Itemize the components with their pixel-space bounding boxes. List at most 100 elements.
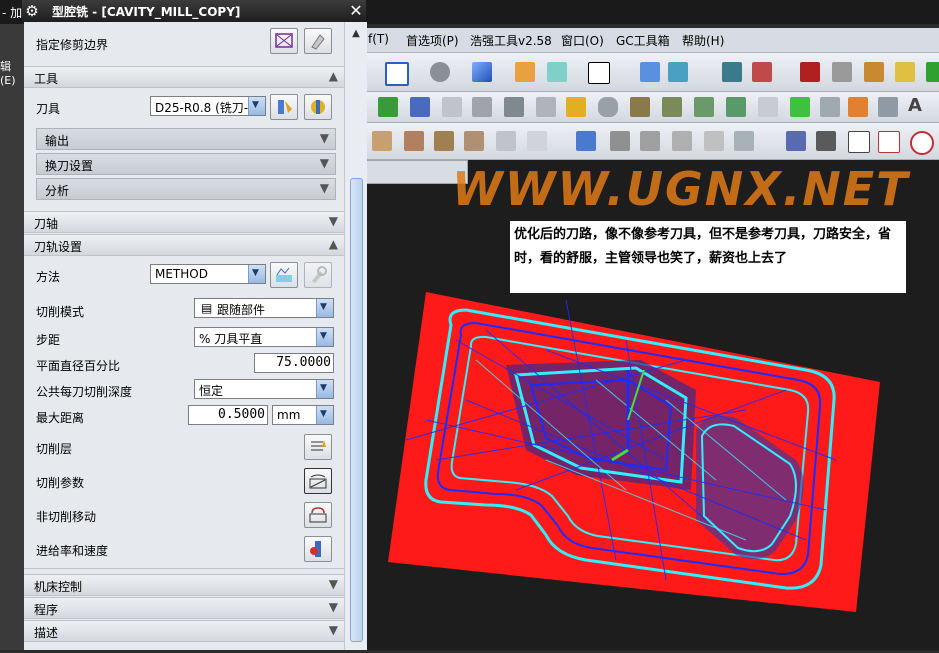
toolbar-icon-t[interactable] — [672, 131, 692, 151]
dialog-scrollbar[interactable]: ▲ — [344, 22, 367, 650]
path-settings-section-header[interactable]: 刀轨设置 ▲ — [24, 234, 344, 256]
axis-section-header[interactable]: 刀轴 ▼ — [24, 211, 344, 233]
toolbar-icon-a[interactable] — [442, 97, 462, 117]
text-icon[interactable]: A — [908, 95, 922, 116]
toolbar-icon-x[interactable] — [816, 131, 836, 151]
run-icon[interactable] — [926, 62, 939, 82]
toolbar-icon-w[interactable] — [786, 131, 806, 151]
target-icon[interactable] — [910, 131, 934, 155]
common-depth-select[interactable]: 恒定 — [194, 379, 334, 399]
menu-tools[interactable]: f(T) — [368, 32, 389, 46]
chevron-down-icon[interactable]: ▼ — [320, 131, 329, 145]
trim-boundary-button[interactable] — [270, 28, 298, 54]
section-icon[interactable] — [515, 62, 535, 82]
chevron-down-icon[interactable]: ▼ — [320, 156, 329, 170]
chevron-down-icon[interactable] — [316, 380, 333, 398]
chevron-down-icon[interactable] — [248, 97, 265, 115]
chevron-down-icon[interactable] — [316, 328, 333, 346]
chevron-down-icon[interactable]: ▼ — [329, 577, 338, 591]
tool-change-subsection[interactable]: 换刀设置 ▼ — [36, 153, 336, 175]
toolbar-icon-h[interactable] — [726, 97, 746, 117]
max-distance-input[interactable]: 0.5000 — [188, 405, 268, 425]
program-section-header[interactable]: 程序 ▼ — [24, 597, 344, 619]
magic-icon[interactable] — [895, 62, 915, 82]
menu-gc-toolbox[interactable]: GC工具箱 — [616, 32, 670, 49]
tool-select[interactable]: D25-R0.8 (铣刀-5 — [150, 96, 266, 116]
toolbar-icon-q[interactable] — [576, 131, 596, 151]
cut-pattern-select[interactable]: ▤ 跟随部件 — [194, 298, 334, 318]
chevron-down-icon[interactable] — [316, 406, 333, 424]
toolbar-icon-d[interactable] — [536, 97, 556, 117]
toolbar-icon-s[interactable] — [640, 131, 660, 151]
menu-window[interactable]: 窗口(O) — [561, 32, 604, 49]
non-cut-tb-icon[interactable] — [878, 131, 900, 153]
mirror-icon[interactable] — [668, 62, 688, 82]
folder-icon[interactable] — [372, 131, 392, 151]
method-wrench-button[interactable] — [304, 262, 332, 288]
scroll-up-icon[interactable]: ▲ — [349, 28, 363, 42]
toolbar-icon-l[interactable] — [878, 97, 898, 117]
chevron-down-icon[interactable]: ▼ — [329, 600, 338, 614]
flashlight-button[interactable] — [304, 28, 332, 54]
edit-method-button[interactable] — [270, 262, 298, 288]
color-box-icon[interactable] — [588, 62, 610, 84]
toolbar-icon-g[interactable] — [694, 97, 714, 117]
chevron-down-icon[interactable]: ▼ — [320, 181, 329, 195]
coins-icon[interactable] — [566, 97, 586, 117]
green-blocks-icon[interactable] — [378, 97, 398, 117]
menu-help[interactable]: 帮助(H) — [682, 32, 724, 49]
method-select[interactable]: METHOD — [150, 264, 266, 284]
feeds-speeds-button[interactable] — [304, 536, 332, 562]
toolbar-icon-n[interactable] — [434, 131, 454, 151]
toolbar-icon-v[interactable] — [734, 131, 754, 151]
chevron-up-icon[interactable]: ▲ — [329, 69, 338, 83]
cut-levels-button[interactable] — [304, 434, 332, 460]
description-section-header[interactable]: 描述 ▼ — [24, 620, 344, 642]
edit-tool-button[interactable] — [270, 94, 298, 120]
fraction-icon[interactable] — [527, 131, 547, 151]
create-tool-button[interactable] — [304, 94, 332, 120]
toolbar-icon-r[interactable] — [610, 131, 630, 151]
menu-preferences[interactable]: 首选项(P) — [406, 32, 459, 49]
stepover-select[interactable]: % 刀具平直 — [194, 327, 334, 347]
chevron-down-icon[interactable] — [316, 299, 333, 317]
machine-control-section-header[interactable]: 机床控制 ▼ — [24, 574, 344, 596]
toolbar-icon-u[interactable] — [704, 131, 724, 151]
close-icon[interactable]: ✕ — [346, 1, 366, 21]
toolbar-icon-j[interactable] — [820, 97, 840, 117]
cut-params-button[interactable] — [304, 468, 332, 494]
menu-haoqiang-tools[interactable]: 浩强工具v2.58 — [470, 32, 552, 49]
chevron-up-icon[interactable]: ▲ — [329, 237, 338, 251]
shade-icon[interactable] — [430, 62, 450, 82]
chevron-down-icon[interactable]: ▼ — [329, 623, 338, 637]
prt-icon[interactable] — [410, 97, 430, 117]
chevron-down-icon[interactable] — [248, 265, 265, 283]
box-icon[interactable] — [832, 62, 852, 82]
list-icon[interactable] — [722, 62, 742, 82]
scrollbar-thumb[interactable] — [350, 178, 363, 642]
max-distance-unit-select[interactable]: mm — [272, 405, 334, 425]
cylinder-icon[interactable] — [598, 97, 618, 117]
cut-params-tb-icon[interactable] — [848, 131, 870, 153]
toolbar-icon-c[interactable] — [504, 97, 524, 117]
toolbar-icon-b[interactable] — [472, 97, 492, 117]
layer-icon[interactable] — [547, 62, 567, 82]
chevron-down-icon[interactable]: ▼ — [329, 214, 338, 228]
gear-icon[interactable]: ⚙ — [22, 2, 42, 20]
toolbar-icon-p[interactable] — [496, 131, 516, 151]
toolbar-icon-k[interactable] — [848, 97, 868, 117]
non-cutting-moves-button[interactable] — [304, 502, 332, 528]
edit-menu-fragment[interactable]: 辑(E) — [0, 58, 24, 87]
stop-icon[interactable] — [800, 62, 820, 82]
toolbar-icon-f[interactable] — [662, 97, 682, 117]
toolbar-icon-o[interactable] — [464, 131, 484, 151]
toolbar-icon-m[interactable] — [404, 131, 424, 151]
analysis-subsection[interactable]: 分析 ▼ — [36, 178, 336, 200]
toolbar-icon-e[interactable] — [630, 97, 650, 117]
output-subsection[interactable]: 输出 ▼ — [36, 128, 336, 150]
cube-view-icon[interactable] — [472, 62, 492, 82]
fit-view-icon[interactable] — [385, 62, 409, 86]
toolbar-icon-i[interactable] — [758, 97, 778, 117]
measure-icon[interactable] — [752, 62, 772, 82]
check-icon[interactable] — [790, 97, 810, 117]
